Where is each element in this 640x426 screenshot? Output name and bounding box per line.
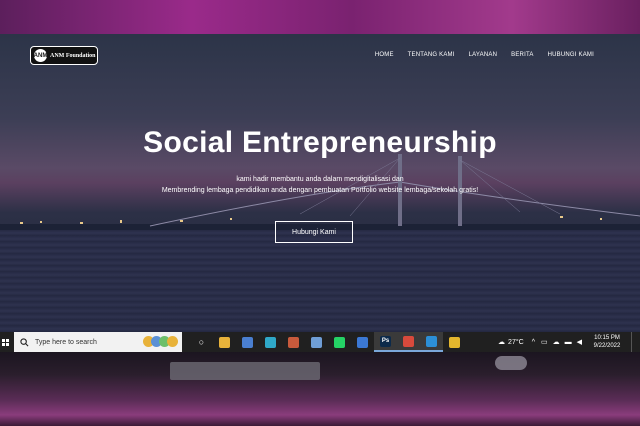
show-desktop-button[interactable] <box>631 332 640 352</box>
edge-taskbar-button[interactable] <box>259 332 282 352</box>
whatsapp-taskbar-button[interactable] <box>328 332 351 352</box>
chrome-icon <box>449 336 460 348</box>
search-placeholder: Type here to search <box>35 338 97 346</box>
windows-taskbar: Type here to search ○ Ps ☁ 27°C ^ ▭ ☁ ▬ ◀… <box>0 332 640 352</box>
nav-menu: HOME TENTANG KAMI LAYANAN BERITA HUBUNGI… <box>375 52 594 58</box>
hubungi-kami-button[interactable]: Hubungi Kami <box>275 221 353 243</box>
hero-subtitle-line-2: Membrending lembaga pendidikan anda deng… <box>161 187 479 194</box>
start-button[interactable] <box>0 332 11 352</box>
photos-icon <box>288 336 299 348</box>
file-explorer-taskbar-button[interactable] <box>213 332 236 352</box>
clock-time: 10:15 PM <box>594 335 620 341</box>
store-taskbar-button[interactable] <box>236 332 259 352</box>
photo-background-top <box>0 0 640 34</box>
edge-icon <box>265 336 276 348</box>
windows-logo-icon <box>2 338 9 346</box>
battery-icon[interactable]: ▬ <box>565 339 572 346</box>
store-icon <box>242 336 253 348</box>
vscode-icon <box>426 335 437 347</box>
nav-item-home[interactable]: HOME <box>375 52 394 58</box>
network-icon[interactable]: ▭ <box>541 338 548 346</box>
chevron-up-icon[interactable]: ^ <box>532 339 535 346</box>
taskbar-search-box[interactable]: Type here to search <box>14 332 182 352</box>
mail-taskbar-button[interactable] <box>351 332 374 352</box>
file-explorer-icon <box>219 336 230 348</box>
website-screen: ANM ANM Foundation HOME TENTANG KAMI LAY… <box>0 34 640 332</box>
nav-item-berita[interactable]: BERITA <box>511 52 533 58</box>
whatsapp-icon <box>334 336 345 348</box>
hero-title: Social Entrepreneurship <box>143 126 497 159</box>
cloud-icon[interactable]: ☁ <box>553 338 560 346</box>
photoshop-taskbar-button[interactable]: Ps <box>374 332 397 352</box>
chrome-dev-icon <box>403 335 414 347</box>
desk-surface-photo <box>0 352 640 426</box>
vscode-taskbar-button[interactable] <box>420 332 443 352</box>
volume-icon[interactable]: ◀ <box>577 338 582 346</box>
logo-mark-icon: ANM <box>34 49 47 62</box>
photoshop-icon: Ps <box>380 335 391 347</box>
desk-object-shape <box>495 356 527 370</box>
onedrive-taskbar-button[interactable] <box>305 332 328 352</box>
nav-item-tentang-kami[interactable]: TENTANG KAMI <box>408 52 455 58</box>
taskbar-clock[interactable]: 10:15 PM 9/22/2022 <box>585 334 629 350</box>
site-navbar: ANM ANM Foundation HOME TENTANG KAMI LAY… <box>0 46 640 68</box>
clock-date: 9/22/2022 <box>593 343 621 349</box>
system-tray: ☁ 27°C ^ ▭ ☁ ▬ ◀ 10:15 PM 9/22/2022 <box>498 332 640 352</box>
water-reflection <box>0 230 640 332</box>
search-icon <box>20 337 29 346</box>
brand-logo[interactable]: ANM ANM Foundation <box>30 46 98 65</box>
weather-icon[interactable]: ☁ <box>498 338 505 346</box>
photos-taskbar-button[interactable] <box>282 332 305 352</box>
chrome-dev-taskbar-button[interactable] <box>397 332 420 352</box>
chrome-taskbar-button[interactable] <box>443 332 466 352</box>
onedrive-icon <box>311 336 322 348</box>
brand-name: ANM Foundation <box>50 52 96 59</box>
weather-temperature[interactable]: 27°C <box>508 339 524 346</box>
keyboard-shape <box>170 362 320 380</box>
search-highlight-icon <box>143 336 178 347</box>
mail-icon <box>357 336 368 348</box>
taskbar-pinned-apps: ○ Ps <box>190 332 466 352</box>
task-view-taskbar-button[interactable]: ○ <box>190 332 213 352</box>
nav-item-hubungi-kami[interactable]: HUBUNGI KAMI <box>548 52 594 58</box>
hero-subtitle-line-1: kami hadir membantu anda dalam mendigita… <box>236 176 404 183</box>
nav-item-layanan[interactable]: LAYANAN <box>469 52 498 58</box>
task-view-icon: ○ <box>196 336 207 348</box>
